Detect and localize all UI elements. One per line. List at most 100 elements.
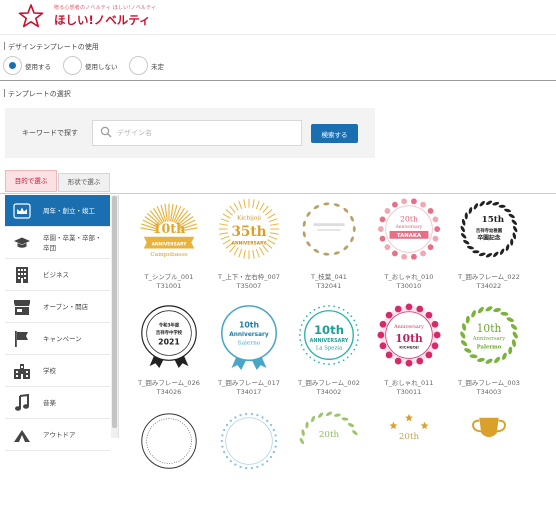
sidebar-item[interactable]: 音楽	[5, 387, 110, 419]
tab-by-purpose[interactable]: 目的で選ぶ	[5, 170, 57, 192]
template-thumbnail[interactable]: 10th Anniversary Palermo	[455, 302, 523, 374]
radio-no-use[interactable]: 使用しない	[63, 56, 128, 75]
template-thumbnail[interactable]: Anniversary 10th KICHIJOJI	[375, 302, 443, 374]
flag-icon	[13, 330, 31, 348]
template-thumbnail[interactable]: 15th 吉祥寺幼稚園 卒園記念	[455, 196, 523, 268]
sidebar-item-label: アウトドア	[43, 431, 76, 439]
sidebar-item-label: 学校	[43, 367, 56, 375]
svg-text:Anniversary: Anniversary	[395, 225, 423, 230]
sidebar-divider	[118, 195, 119, 438]
search-button[interactable]: 検索する	[311, 124, 358, 143]
template-card[interactable]	[125, 408, 213, 508]
svg-text:La Spezia: La Spezia	[316, 346, 343, 352]
template-name: T_囲みフレーム_017	[218, 379, 280, 387]
radio-use[interactable]: 使用する	[3, 56, 58, 75]
template-card[interactable]: 10th ANNIVERSARY Campobasso T_シンプル_001 T3100…	[125, 196, 213, 296]
sidebar-item[interactable]: 学校	[5, 355, 110, 387]
template-thumbnail[interactable]	[215, 408, 283, 480]
template-name: T_囲みフレーム_002	[298, 379, 360, 387]
sidebar-item[interactable]: キャンペーン	[5, 323, 110, 355]
template-thumbnail[interactable]: 10th ANNIVERSARY La Spezia	[295, 302, 363, 374]
template-thumbnail[interactable]: 20th Anniversary TANAKA	[375, 196, 443, 268]
search-input[interactable]	[117, 126, 297, 140]
radio-undecided[interactable]: 未定	[129, 56, 174, 75]
svg-text:KICHIJOJI: KICHIJOJI	[399, 345, 419, 350]
radio-label: 使用しない	[85, 63, 118, 71]
template-name: T_上下・左右枠_007	[218, 273, 280, 281]
sidebar-scroll-thumb[interactable]	[112, 196, 117, 428]
template-card[interactable]	[445, 408, 533, 508]
template-card[interactable]: T_枝葉_041 T32041	[285, 196, 373, 296]
svg-text:10th: 10th	[314, 323, 344, 337]
sidebar-item-label: 周年・創立・竣工	[43, 207, 95, 215]
template-thumbnail[interactable]	[295, 196, 363, 268]
template-name: T_シンプル_001	[144, 273, 194, 281]
svg-text:Palermo: Palermo	[477, 345, 502, 351]
template-thumbnail[interactable]: 20th	[375, 408, 443, 480]
sidebar-item-label: キャンペーン	[43, 335, 82, 343]
radio-circle[interactable]	[129, 56, 148, 75]
template-code: T34026	[156, 388, 182, 396]
school-icon	[13, 362, 31, 380]
template-card[interactable]	[205, 408, 293, 508]
sidebar-item[interactable]: オープン・開店	[5, 291, 110, 323]
star-logo-icon	[18, 4, 44, 28]
template-code: T34022	[476, 282, 502, 290]
search-field[interactable]	[92, 120, 302, 146]
template-card[interactable]: Kichijoji 35th ANNIVERSARY T_上下・左右枠_007 T350…	[205, 196, 293, 296]
sidebar-item[interactable]: 卒園・卒業・卒部・卒団	[5, 227, 110, 259]
tab-by-shape[interactable]: 形状で選ぶ	[58, 173, 110, 192]
template-card[interactable]: 10th ANNIVERSARY La Spezia T_囲みフレーム_002 T340…	[285, 302, 373, 402]
svg-text:20th: 20th	[319, 430, 340, 440]
template-thumbnail[interactable]: 20th	[295, 408, 363, 480]
sidebar-item-label: 卒園・卒業・卒部・卒団	[43, 234, 102, 252]
svg-text:Anniversary: Anniversary	[472, 336, 506, 342]
radio-circle[interactable]	[63, 56, 82, 75]
template-thumbnail[interactable]	[135, 408, 203, 480]
template-thumbnail[interactable]	[455, 408, 523, 480]
radio-dot	[9, 62, 16, 69]
template-thumbnail[interactable]: 令和3年度 吉祥寺中学校 2021	[135, 302, 203, 374]
svg-text:Campobasso: Campobasso	[150, 252, 188, 258]
template-card[interactable]: 令和3年度 吉祥寺中学校 2021 T_囲みフレーム_026 T34026	[125, 302, 213, 402]
template-card[interactable]: 10th Anniversary Salerno T_囲みフレーム_017 T34017	[205, 302, 293, 402]
template-code: T34003	[476, 388, 502, 396]
template-card[interactable]: 20th	[285, 408, 373, 508]
sidebar-item[interactable]: 周年・創立・竣工	[5, 195, 110, 227]
template-name: T_おしゃれ_010	[384, 273, 434, 281]
svg-text:Anniversary: Anniversary	[393, 324, 424, 330]
svg-text:令和3年度: 令和3年度	[159, 321, 180, 328]
section-divider	[0, 80, 556, 81]
template-card[interactable]: 15th 吉祥寺幼稚園 卒園記念 T_囲みフレーム_022 T34022	[445, 196, 533, 296]
svg-text:15th: 15th	[482, 215, 505, 225]
svg-text:ANNIVERSARY: ANNIVERSARY	[310, 338, 349, 344]
logo-text: ほしい!ノベルティ	[54, 13, 151, 27]
radio-circle[interactable]	[3, 56, 22, 75]
brand-logo[interactable]: 贈る心想者のノベルティ ほしい!ノベルティ ほしい!ノベルティ	[18, 2, 158, 30]
template-thumbnail[interactable]: 10th Anniversary Salerno	[215, 302, 283, 374]
tab-divider	[0, 193, 556, 194]
template-thumbnail[interactable]: 10th ANNIVERSARY Campobasso	[135, 196, 203, 268]
logo-tagline: 贈る心想者のノベルティ ほしい!ノベルティ	[54, 5, 157, 11]
crown-icon	[13, 202, 31, 220]
svg-text:Salerno: Salerno	[238, 341, 261, 347]
sidebar-item[interactable]: アウトドア	[5, 419, 110, 451]
template-name: T_枝葉_041	[311, 273, 347, 281]
svg-text:10th: 10th	[395, 332, 423, 345]
template-card[interactable]: 20th	[365, 408, 453, 508]
sidebar-item[interactable]: ビジネス	[5, 259, 110, 291]
template-card[interactable]: Anniversary 10th KICHIJOJI T_おしゃれ_011 T30011	[365, 302, 453, 402]
svg-text:20th: 20th	[400, 214, 418, 223]
template-code: T35007	[236, 282, 262, 290]
svg-text:Kichijoji: Kichijoji	[237, 215, 261, 221]
search-icon	[100, 126, 112, 138]
keyword-label: キーワードで探す	[22, 129, 78, 137]
svg-text:Anniversary: Anniversary	[229, 332, 269, 338]
template-card[interactable]: 20th Anniversary TANAKA T_おしゃれ_010 T30010	[365, 196, 453, 296]
svg-text:ANNIVERSARY: ANNIVERSARY	[232, 241, 268, 247]
template-card[interactable]: 10th Anniversary Palermo T_囲みフレーム_003 T34003	[445, 302, 533, 402]
svg-text:10th: 10th	[153, 221, 186, 236]
template-thumbnail[interactable]: Kichijoji 35th ANNIVERSARY	[215, 196, 283, 268]
radio-label: 使用する	[25, 63, 51, 71]
template-code: T32041	[316, 282, 342, 290]
